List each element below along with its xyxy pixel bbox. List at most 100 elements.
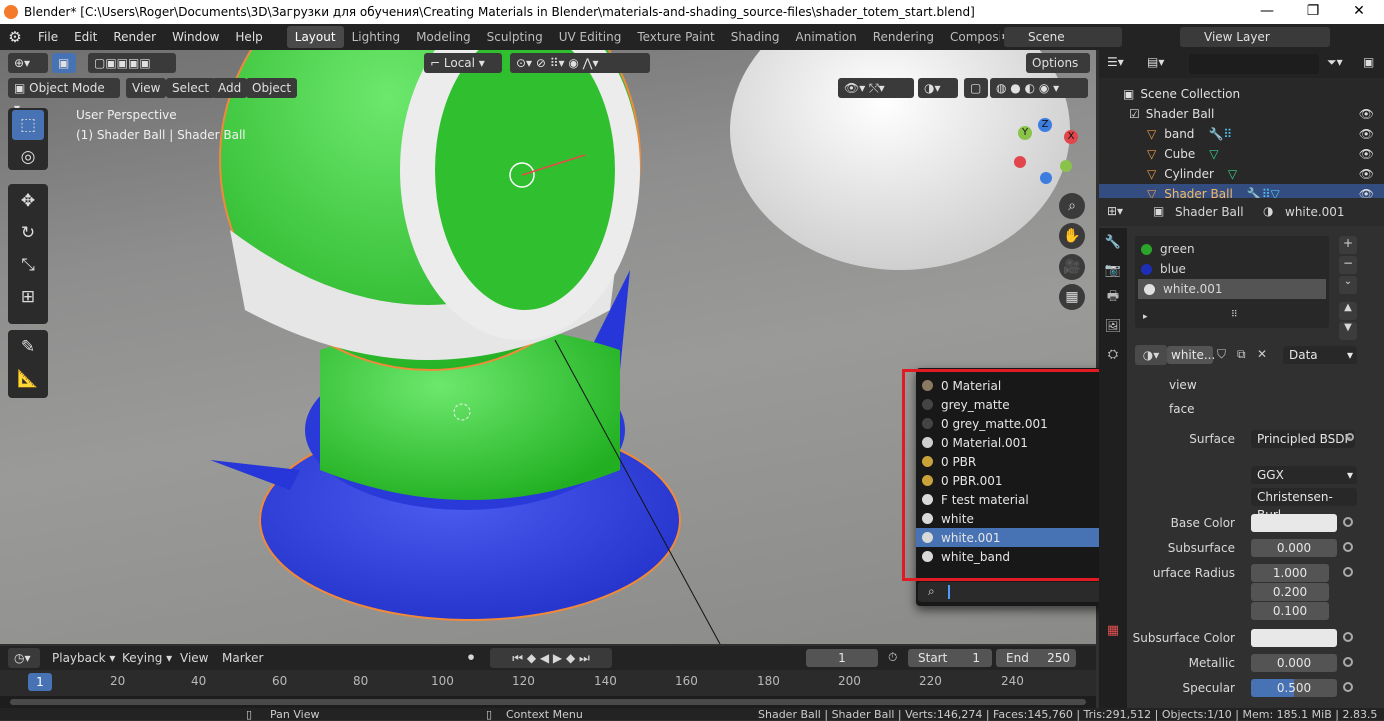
- render-tab-icon[interactable]: 📷: [1099, 256, 1127, 284]
- texture-tab-icon[interactable]: ▦: [1099, 616, 1127, 644]
- mode-selector[interactable]: ▣ Object Mode ▾: [8, 78, 120, 115]
- snapping-tools[interactable]: ⊙▾ ⊘ ⠿▾ ◉ ⋀▾: [510, 53, 650, 73]
- outliner-root-item[interactable]: ☑ Shader Ball 👁: [1099, 104, 1384, 124]
- material-slot[interactable]: blue: [1135, 259, 1329, 279]
- keying-menu[interactable]: Keying ▾: [122, 651, 172, 665]
- surface-socket-icon[interactable]: [1346, 433, 1354, 441]
- subsurface-color-socket-icon[interactable]: [1343, 632, 1353, 642]
- record-icon[interactable]: ⏺: [468, 650, 474, 665]
- outliner-item-cylinder[interactable]: ▽ Cylinder ▽ 👁: [1099, 164, 1384, 184]
- metallic-field[interactable]: 0.000: [1251, 654, 1337, 672]
- tab-rendering[interactable]: Rendering: [865, 26, 942, 48]
- visibility-gizmo-buttons[interactable]: 👁▾ ⤲▾: [838, 78, 914, 98]
- minimize-button[interactable]: —: [1244, 0, 1290, 24]
- output-tab-icon[interactable]: 🖶: [1099, 284, 1127, 312]
- select-box-tool-icon[interactable]: ⬚: [12, 110, 44, 140]
- move-slot-up-button[interactable]: ▲: [1339, 302, 1357, 320]
- scrollbar-thumb[interactable]: [10, 699, 1086, 705]
- timeline-view-menu[interactable]: View: [180, 651, 208, 665]
- menu-object[interactable]: Object: [246, 78, 298, 98]
- subsurface-radius-y[interactable]: 0.200: [1251, 583, 1329, 601]
- expand-arrow-icon[interactable]: ▸: [1143, 312, 1148, 322]
- menu-help[interactable]: Help: [227, 30, 270, 44]
- scale-tool-icon[interactable]: ⤡: [12, 250, 44, 280]
- select-box-icon[interactable]: ▣: [52, 53, 76, 73]
- specular-socket-icon[interactable]: [1343, 682, 1353, 692]
- start-frame-field[interactable]: Start 1: [908, 649, 992, 667]
- move-slot-down-button[interactable]: ▼: [1339, 322, 1357, 340]
- editor-type-button[interactable]: ⊕▾: [8, 53, 48, 73]
- view-layer-tab-icon[interactable]: 🖼: [1099, 312, 1127, 340]
- subsurface-field[interactable]: 0.000: [1251, 539, 1337, 557]
- filter-icon[interactable]: ⏷▾: [1327, 55, 1343, 70]
- preview-section-header[interactable]: view: [1169, 378, 1197, 392]
- annotate-tool-icon[interactable]: ✎: [12, 332, 44, 362]
- measure-tool-icon[interactable]: 📐: [12, 364, 44, 394]
- gizmo-neg-y[interactable]: [1060, 160, 1072, 172]
- menu-view[interactable]: View: [126, 78, 167, 98]
- remove-slot-button[interactable]: −: [1339, 256, 1357, 274]
- gizmo-y[interactable]: Y: [1018, 126, 1032, 140]
- subsurface-radius-x[interactable]: 1.000: [1251, 564, 1329, 582]
- tab-lighting[interactable]: Lighting: [344, 26, 409, 48]
- grid-view-icon[interactable]: ▦: [1059, 284, 1085, 310]
- tab-layout[interactable]: Layout: [286, 26, 344, 48]
- selection-mode-buttons[interactable]: ▢▣▣▣▣: [88, 53, 176, 73]
- playback-menu[interactable]: Playback ▾: [52, 651, 115, 665]
- surface-section-header[interactable]: face: [1169, 402, 1195, 416]
- timeline-editor-type-icon[interactable]: ◷▾: [8, 648, 40, 668]
- browse-material-button[interactable]: ◑▾: [1135, 345, 1167, 365]
- tab-uv-editing[interactable]: UV Editing: [551, 26, 630, 48]
- zoom-icon[interactable]: ⌕: [1059, 193, 1085, 219]
- add-slot-button[interactable]: +: [1339, 236, 1357, 254]
- timeline-ruler[interactable]: 1 20 40 60 80 100 120 140 160 180 200 22…: [0, 670, 1096, 696]
- end-frame-field[interactable]: End 250: [996, 649, 1076, 667]
- material-slot[interactable]: green: [1135, 239, 1329, 259]
- subsurface-method-selector[interactable]: Christensen-Burl...: [1251, 488, 1357, 522]
- eye-icon[interactable]: 👁: [1359, 127, 1374, 141]
- display-mode-icon[interactable]: ▤▾: [1147, 55, 1164, 69]
- menu-render[interactable]: Render: [105, 30, 164, 44]
- scene-tab-icon[interactable]: ⛭: [1099, 340, 1127, 368]
- playhead[interactable]: 1: [28, 673, 52, 691]
- blender-menu-icon[interactable]: ⚙: [0, 28, 30, 46]
- specular-field[interactable]: 0.500: [1251, 679, 1337, 697]
- pan-hand-icon[interactable]: ✋: [1059, 223, 1085, 249]
- menu-select[interactable]: Select: [166, 78, 216, 98]
- resize-handle-icon[interactable]: ⠿: [1231, 310, 1238, 320]
- menu-add[interactable]: Add: [212, 78, 248, 98]
- subsurface-radius-socket-icon[interactable]: [1343, 567, 1353, 577]
- eye-icon[interactable]: 👁: [1359, 147, 1374, 161]
- tab-modeling[interactable]: Modeling: [408, 26, 479, 48]
- outliner-type-icon[interactable]: ☰▾: [1107, 55, 1124, 69]
- tool-settings-tab-icon[interactable]: 🔧: [1099, 228, 1127, 256]
- unlink-material-icon[interactable]: ✕: [1257, 347, 1267, 361]
- tab-sculpting[interactable]: Sculpting: [479, 26, 551, 48]
- metallic-socket-icon[interactable]: [1343, 657, 1353, 667]
- tab-texture-paint[interactable]: Texture Paint: [629, 26, 722, 48]
- base-color-socket-icon[interactable]: [1343, 517, 1353, 527]
- transform-orientation[interactable]: ⌐ Local ▾: [424, 53, 502, 73]
- close-button[interactable]: ✕: [1336, 0, 1382, 24]
- timer-icon[interactable]: ⏱: [888, 650, 897, 665]
- slot-specials-button[interactable]: ⌄: [1339, 276, 1357, 294]
- duplicate-material-icon[interactable]: ⧉: [1237, 347, 1246, 362]
- base-color-swatch[interactable]: [1251, 514, 1337, 532]
- fake-user-icon[interactable]: ⛉: [1217, 347, 1226, 362]
- tab-shading[interactable]: Shading: [723, 26, 788, 48]
- cursor-tool-icon[interactable]: ◎: [12, 142, 44, 172]
- outliner-item-cube[interactable]: ▽ Cube ▽ 👁: [1099, 144, 1384, 164]
- xray-button[interactable]: ▢: [964, 78, 988, 98]
- move-tool-icon[interactable]: ✥: [12, 186, 44, 216]
- view-layer-selector[interactable]: View Layer: [1180, 27, 1330, 47]
- menu-edit[interactable]: Edit: [66, 30, 105, 44]
- eye-icon[interactable]: 👁: [1359, 107, 1374, 121]
- link-selector[interactable]: Data ▾: [1283, 346, 1357, 364]
- playback-controls[interactable]: ⏮ ◆ ◀ ▶ ◆ ⏭: [490, 648, 612, 668]
- subsurface-color-swatch[interactable]: [1251, 629, 1337, 647]
- distribution-selector[interactable]: GGX ▾: [1251, 466, 1357, 484]
- checkbox-icon[interactable]: ☑: [1129, 107, 1140, 121]
- overlays-button[interactable]: ◑▾: [918, 78, 958, 98]
- material-name-field[interactable]: white...: [1167, 346, 1215, 364]
- transform-tool-icon[interactable]: ⊞: [12, 282, 44, 312]
